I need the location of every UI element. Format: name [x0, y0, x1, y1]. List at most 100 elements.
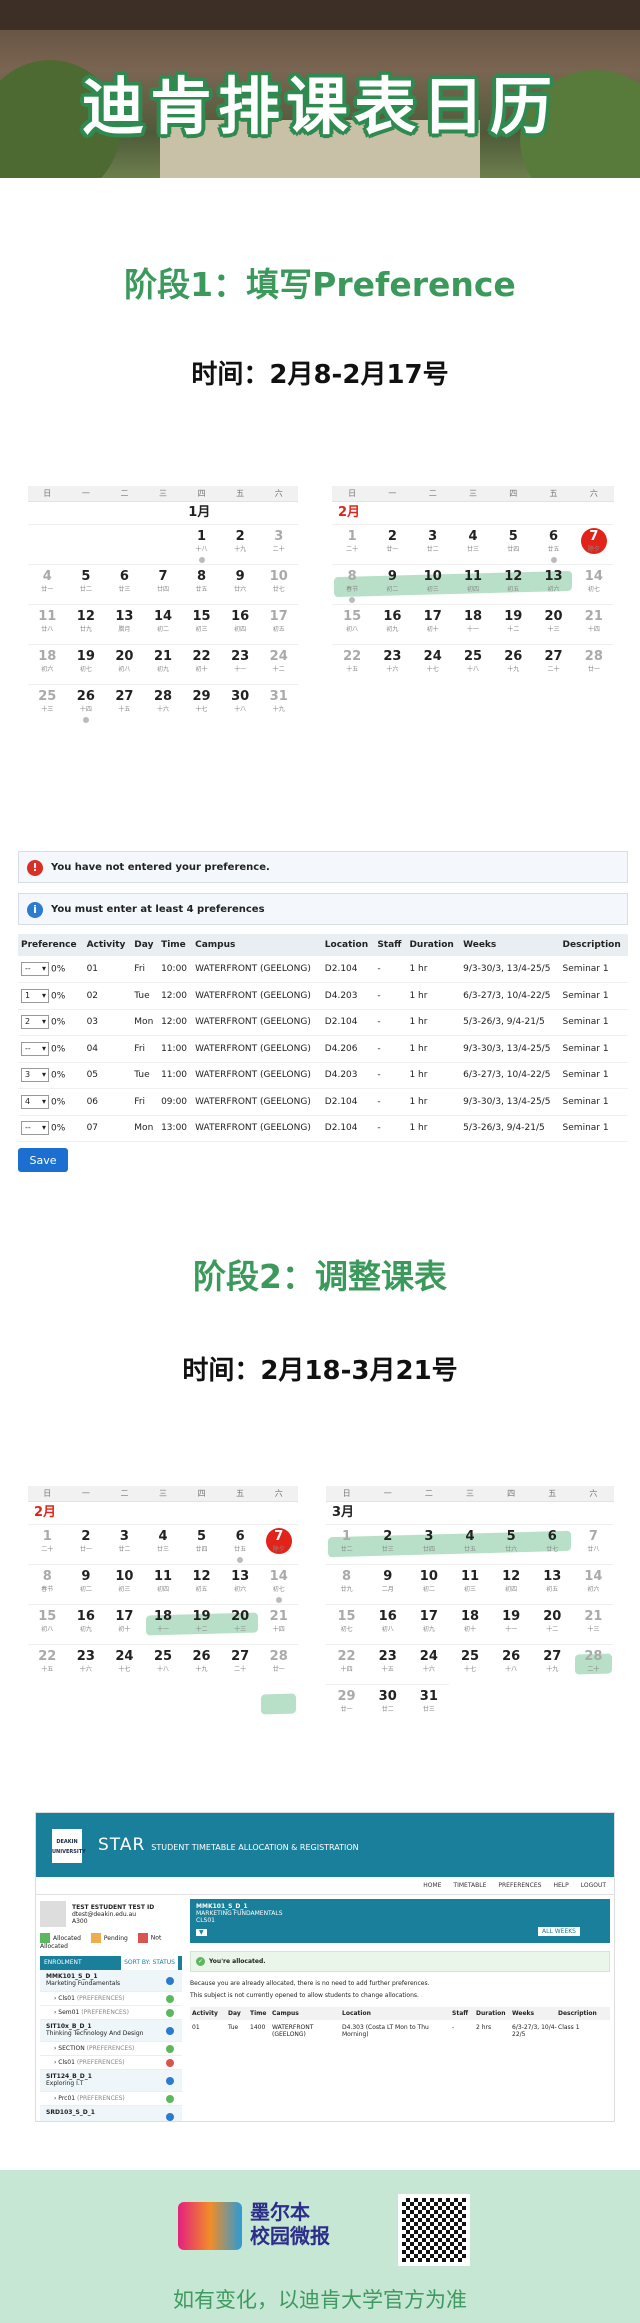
calendar-day[interactable]: 25 十三 — [28, 684, 67, 724]
calendar-day[interactable]: 11 初四 — [452, 564, 494, 604]
calendar-day[interactable]: 15 初八 — [332, 604, 373, 644]
calendar-day[interactable]: 26 十八 — [490, 1644, 532, 1684]
list-item[interactable]: › Sem01 (PREFERENCES) — [40, 2006, 182, 2020]
calendar-day[interactable]: 5 廿四 — [493, 524, 534, 564]
calendar-day[interactable]: 14 初六 — [572, 1564, 614, 1604]
save-button[interactable]: Save — [18, 1148, 68, 1172]
calendar-day[interactable]: 15 初八 — [28, 1604, 67, 1644]
calendar-day[interactable]: 16 初八 — [367, 1604, 409, 1644]
calendar-day[interactable]: 5 廿六 — [490, 1524, 532, 1564]
calendar-day[interactable]: 27 十五 — [105, 684, 144, 724]
calendar-day[interactable]: 12 廿九 — [66, 604, 106, 644]
calendar-day[interactable]: 3 二十 — [259, 524, 298, 564]
preference-select[interactable]: -- — [21, 1121, 49, 1136]
calendar-day[interactable]: 14 初七 — [259, 1564, 298, 1604]
calendar-day[interactable]: 1 十八 — [182, 524, 221, 564]
preference-select[interactable]: 3 — [21, 1068, 49, 1083]
calendar-day[interactable]: 17 初五 — [259, 604, 298, 644]
calendar-day[interactable]: 29 十七 — [182, 684, 221, 724]
calendar-day[interactable]: 20 十三 — [220, 1604, 260, 1644]
calendar-day[interactable]: 25 十七 — [449, 1644, 491, 1684]
calendar-day[interactable]: 11 初四 — [143, 1564, 183, 1604]
calendar-day[interactable]: 6 廿三 — [105, 564, 144, 604]
calendar-day[interactable]: 10 初二 — [408, 1564, 450, 1604]
calendar-day[interactable]: 26 十九 — [182, 1644, 221, 1684]
calendar-day[interactable]: 10 廿七 — [259, 564, 298, 604]
calendar-day[interactable]: 20 初八 — [105, 644, 144, 684]
calendar-day[interactable]: 5 廿二 — [66, 564, 106, 604]
calendar-day[interactable]: 30 廿二 — [367, 1684, 409, 1724]
calendar-day[interactable]: 23 十六 — [66, 1644, 106, 1684]
calendar-day[interactable]: 18 十一 — [143, 1604, 183, 1644]
enrolment-unit[interactable]: SIT10x_B_D_1 Thinking Technology And Desi… — [40, 2020, 182, 2042]
list-item[interactable]: › SECTION (PREFERENCES) — [40, 2042, 182, 2056]
calendar-day[interactable]: 16 初四 — [220, 604, 260, 644]
calendar-day[interactable]: 7 廿四 — [143, 564, 183, 604]
calendar-day[interactable]: 18 初十 — [449, 1604, 491, 1644]
preference-select[interactable]: 2 — [21, 1015, 49, 1030]
calendar-day[interactable]: 27 十九 — [531, 1644, 573, 1684]
calendar-day[interactable]: 25 十八 — [452, 644, 494, 684]
calendar-day[interactable]: 14 初七 — [573, 564, 614, 604]
calendar-day[interactable]: 8 廿九 — [326, 1564, 368, 1604]
calendar-day[interactable]: 21 十三 — [572, 1604, 614, 1644]
calendar-day[interactable]: 29 廿一 — [326, 1684, 368, 1724]
calendar-day[interactable]: 13 初六 — [533, 564, 574, 604]
calendar-day[interactable]: 21 十四 — [573, 604, 614, 644]
calendar-day[interactable]: 16 初九 — [66, 1604, 106, 1644]
calendar-day[interactable]: 23 十一 — [220, 644, 260, 684]
nav-link-timetable[interactable]: TIMETABLE — [453, 1882, 486, 1889]
calendar-day[interactable]: 31 十九 — [259, 684, 298, 724]
calendar-day[interactable]: 12 初五 — [493, 564, 534, 604]
calendar-day[interactable]: 7 除夕 — [259, 1524, 298, 1564]
enrolment-unit[interactable]: SIT124_B_D_1 Exploring I.T — [40, 2070, 182, 2092]
calendar-day[interactable]: 14 初二 — [143, 604, 183, 644]
enrolment-unit[interactable]: MMK101_S_D_1 Marketing Fundamentals — [40, 1970, 182, 1992]
enrolment-unit[interactable]: SRD103_S_D_1 — [40, 2106, 182, 2121]
preference-select[interactable]: 1 — [21, 988, 49, 1003]
calendar-day[interactable]: 28 十六 — [143, 684, 183, 724]
nav-link-help[interactable]: HELP — [553, 1882, 568, 1889]
calendar-day[interactable]: 19 十二 — [493, 604, 534, 644]
calendar-day[interactable]: 20 十二 — [531, 1604, 573, 1644]
calendar-day[interactable]: 16 初九 — [372, 604, 413, 644]
calendar-day[interactable]: 10 初三 — [412, 564, 453, 604]
calendar-day[interactable]: 17 初十 — [105, 1604, 144, 1644]
calendar-day[interactable]: 9 二月 — [367, 1564, 409, 1604]
calendar-day[interactable]: 13 初五 — [531, 1564, 573, 1604]
preference-select[interactable]: -- — [21, 962, 49, 976]
preference-select[interactable]: 4 — [21, 1094, 49, 1109]
sort-button[interactable]: SORT BY: STATUS — [121, 1956, 178, 1970]
calendar-day[interactable]: 6 廿七 — [531, 1524, 573, 1564]
calendar-day[interactable]: 8 廿五 — [182, 564, 221, 604]
calendar-day[interactable]: 31 廿三 — [408, 1684, 450, 1724]
calendar-day[interactable]: 22 十四 — [326, 1644, 368, 1684]
calendar-day[interactable]: 3 廿四 — [408, 1524, 450, 1564]
list-item[interactable]: › Cls01 (PREFERENCES) — [40, 1992, 182, 2006]
calendar-day[interactable]: 19 十一 — [490, 1604, 532, 1644]
calendar-day[interactable]: 25 十八 — [143, 1644, 183, 1684]
calendar-day[interactable]: 9 初二 — [66, 1564, 106, 1604]
calendar-day[interactable]: 2 廿三 — [367, 1524, 409, 1564]
calendar-day[interactable]: 3 廿二 — [105, 1524, 144, 1564]
calendar-day[interactable]: 23 十六 — [372, 644, 413, 684]
calendar-day[interactable]: 26 十九 — [493, 644, 534, 684]
calendar-day[interactable]: 4 廿三 — [143, 1524, 183, 1564]
calendar-day[interactable]: 2 廿一 — [372, 524, 413, 564]
calendar-day[interactable]: 4 廿五 — [449, 1524, 491, 1564]
calendar-day[interactable]: 1 二十 — [28, 1524, 67, 1564]
calendar-day[interactable]: 21 初九 — [143, 644, 183, 684]
calendar-day[interactable]: 22 初十 — [182, 644, 221, 684]
list-item[interactable]: › Prc01 (PREFERENCES) — [40, 2092, 182, 2106]
calendar-day[interactable]: 11 廿八 — [28, 604, 67, 644]
calendar-day[interactable]: 6 廿五 — [533, 524, 574, 564]
calendar-day[interactable]: 24 十七 — [412, 644, 453, 684]
nav-link-home[interactable]: HOME — [423, 1882, 441, 1889]
calendar-day[interactable]: 8 春节 — [332, 564, 373, 604]
list-item[interactable]: › Cls01 (PREFERENCES) — [40, 2056, 182, 2070]
calendar-day[interactable]: 12 初四 — [490, 1564, 532, 1604]
calendar-day[interactable]: 5 廿四 — [182, 1524, 221, 1564]
calendar-day[interactable]: 13 腊月 — [105, 604, 144, 644]
calendar-day[interactable]: 12 初五 — [182, 1564, 221, 1604]
calendar-day[interactable]: 6 廿五 — [220, 1524, 260, 1564]
